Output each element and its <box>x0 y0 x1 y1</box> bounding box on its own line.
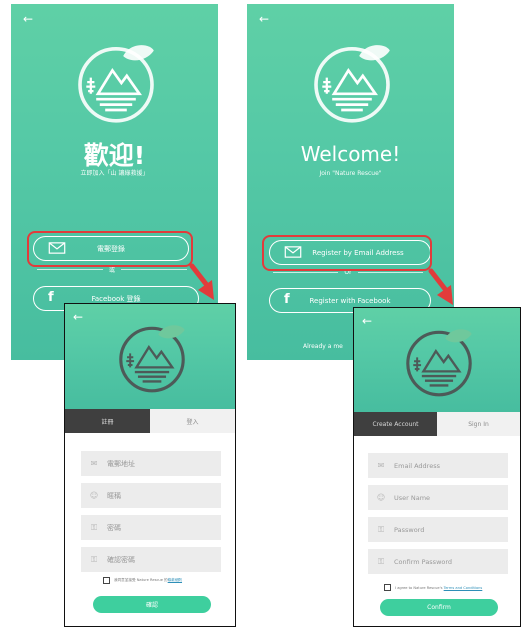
red-arrow-icon <box>189 263 214 300</box>
confirm-password-field[interactable]: ⚿ Confirm Password <box>368 549 508 574</box>
red-arrow-icon <box>428 268 453 305</box>
password-placeholder: 密碼 <box>107 523 121 532</box>
email-field[interactable]: ✉ Email Address <box>368 453 508 478</box>
terms-agreement: 我同意並接受 Nature Rescue 的 條款細則 <box>103 577 182 584</box>
tab-create-account[interactable]: Create Account <box>354 412 437 436</box>
confirm-password-field[interactable]: ⚿ 確認密碼 <box>81 547 221 572</box>
mail-icon: ✉ <box>377 461 385 470</box>
register-form-zh: ← 註冊 登入 ✉ 電郵地址 ☺ 暱稱 ⚿ 密碼 ⚿ 確認密碼 我同意並接受 N… <box>64 303 236 627</box>
password-field[interactable]: ⚿ Password <box>368 517 508 542</box>
facebook-icon: f <box>284 292 290 307</box>
welcome-title: 歡迎! <box>83 141 146 170</box>
lock-icon: ⚿ <box>90 522 98 532</box>
nickname-placeholder: 暱稱 <box>107 491 121 500</box>
nature-rescue-logo <box>71 38 161 128</box>
form-tabs: 註冊 登入 <box>65 409 235 433</box>
register-button-highlight <box>262 235 432 271</box>
terms-checkbox[interactable] <box>384 584 391 591</box>
back-arrow-icon[interactable]: ← <box>259 13 269 25</box>
terms-text: 我同意並接受 Nature Rescue 的 <box>114 578 168 582</box>
nature-rescue-logo <box>307 38 397 128</box>
nature-rescue-logo <box>400 323 478 401</box>
already-member-text[interactable]: Already a me <box>303 343 343 350</box>
register-form-en: ← Create Account Sign In ✉ Email Address… <box>353 307 521 627</box>
back-arrow-icon[interactable]: ← <box>362 315 372 327</box>
form-tabs: Create Account Sign In <box>354 412 520 436</box>
terms-text: I agree to Nature Rescue's <box>395 585 443 590</box>
tab-login[interactable]: 登入 <box>150 409 235 433</box>
terms-checkbox[interactable] <box>103 577 110 584</box>
tab-sign-in[interactable]: Sign In <box>437 412 520 436</box>
back-arrow-icon[interactable]: ← <box>23 13 33 25</box>
welcome-subtitle: 立即加入「山 讓綠救援」 <box>80 170 149 177</box>
confirm-button[interactable]: 確認 <box>93 596 211 613</box>
lock-icon: ⚿ <box>377 524 385 534</box>
email-button-highlight <box>27 231 193 267</box>
lock-icon: ⚿ <box>377 556 385 566</box>
form-header: ← <box>65 304 235 409</box>
username-field[interactable]: ☺ User Name <box>368 485 508 510</box>
back-arrow-icon[interactable]: ← <box>73 311 83 323</box>
email-field[interactable]: ✉ 電郵地址 <box>81 451 221 476</box>
password-placeholder: Password <box>394 525 425 534</box>
email-placeholder: 電郵地址 <box>107 459 135 468</box>
welcome-subtitle: Join "Nature Rescue" <box>319 170 382 177</box>
welcome-title: Welcome! <box>300 142 401 166</box>
email-placeholder: Email Address <box>394 461 440 470</box>
tab-register[interactable]: 註冊 <box>65 409 150 433</box>
user-icon: ☺ <box>89 491 99 500</box>
lock-icon: ⚿ <box>90 554 98 564</box>
confirm-button[interactable]: Confirm <box>380 599 498 616</box>
confirm-password-placeholder: 確認密碼 <box>107 555 135 564</box>
user-icon: ☺ <box>376 493 386 502</box>
nature-rescue-logo <box>113 319 191 397</box>
facebook-login-label: Facebook 登錄 <box>91 294 141 303</box>
terms-link[interactable]: Terms and Conditions <box>444 586 483 590</box>
nickname-field[interactable]: ☺ 暱稱 <box>81 483 221 508</box>
facebook-icon: f <box>48 290 54 305</box>
terms-link[interactable]: 條款細則 <box>168 578 182 583</box>
username-placeholder: User Name <box>394 493 431 502</box>
password-field[interactable]: ⚿ 密碼 <box>81 515 221 540</box>
terms-agreement: I agree to Nature Rescue's Terms and Con… <box>384 584 482 591</box>
mail-icon: ✉ <box>90 459 98 468</box>
form-header: ← <box>354 308 520 412</box>
confirm-password-placeholder: Confirm Password <box>394 557 453 566</box>
register-facebook-label: Register with Facebook <box>309 296 391 305</box>
